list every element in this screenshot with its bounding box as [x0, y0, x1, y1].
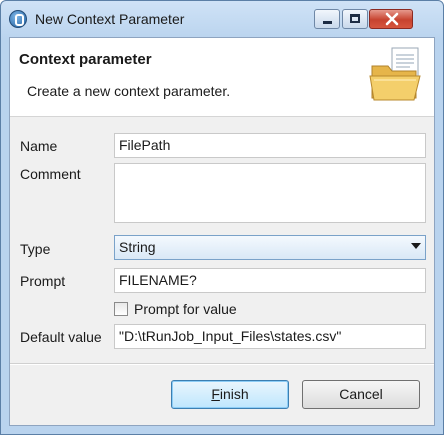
window-title: New Context Parameter	[35, 11, 185, 27]
folder-document-icon	[369, 47, 421, 101]
header-description: Create a new context parameter.	[27, 83, 231, 99]
prompt-label: Prompt	[20, 273, 66, 289]
default-value-field[interactable]: "D:\tRunJob_Input_Files\states.csv"	[114, 324, 426, 349]
dialog-body: Context parameter Create a new context p…	[9, 37, 435, 426]
separator	[10, 363, 434, 365]
finish-label: inish	[219, 386, 249, 402]
default-value-label: Default value	[20, 329, 102, 345]
prompt-for-value-checkbox[interactable]	[114, 302, 128, 316]
name-field[interactable]: FilePath	[114, 133, 426, 158]
finish-button[interactable]: Finish	[171, 380, 289, 409]
title-bar[interactable]: New Context Parameter	[1, 1, 443, 41]
type-label: Type	[20, 241, 51, 257]
dialog-header: Context parameter Create a new context p…	[10, 38, 434, 117]
maximize-button[interactable]	[342, 9, 368, 29]
talend-app-icon	[9, 10, 27, 28]
name-label: Name	[20, 138, 58, 154]
minimize-icon	[323, 21, 332, 24]
prompt-field[interactable]: FILENAME?	[114, 268, 426, 293]
header-title: Context parameter	[19, 51, 152, 68]
close-icon	[385, 12, 399, 26]
type-select[interactable]: String	[114, 235, 426, 260]
close-button[interactable]	[369, 9, 413, 29]
type-select-value: String	[119, 239, 156, 255]
minimize-button[interactable]	[314, 9, 340, 29]
finish-mnemonic: F	[211, 386, 220, 402]
comment-field[interactable]	[114, 163, 426, 223]
chevron-down-icon	[411, 243, 421, 249]
cancel-button[interactable]: Cancel	[302, 380, 420, 409]
maximize-icon	[350, 14, 360, 23]
dialog-window: New Context Parameter Context parameter …	[0, 0, 444, 435]
comment-label: Comment	[20, 166, 81, 182]
prompt-for-value-label[interactable]: Prompt for value	[134, 301, 237, 317]
